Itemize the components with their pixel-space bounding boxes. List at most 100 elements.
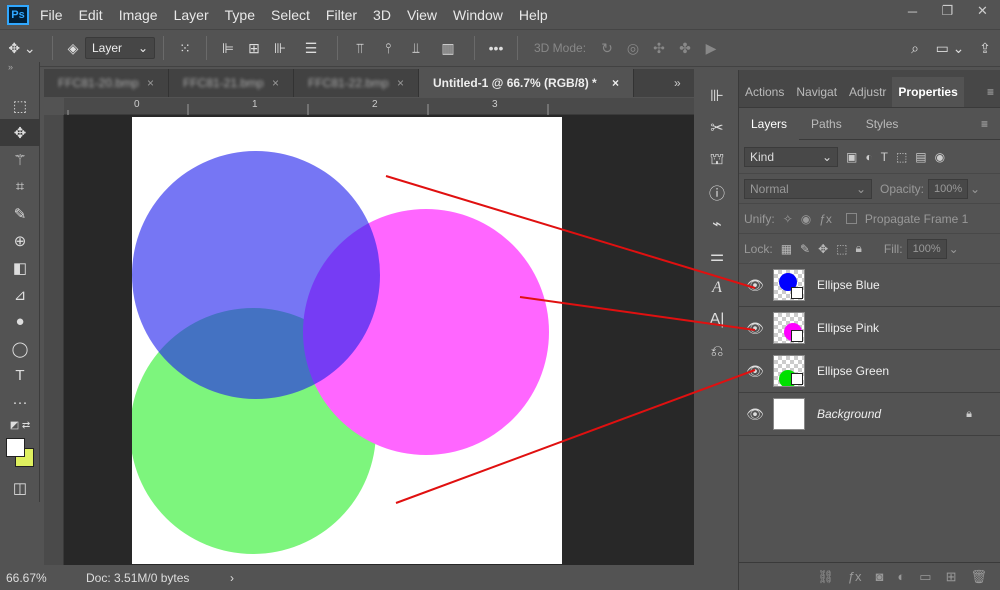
add-mask-icon[interactable]: ◙ [876, 569, 884, 584]
menu-view[interactable]: View [407, 7, 437, 23]
marquee-tool-icon[interactable]: ⬚ [0, 92, 40, 119]
3d-orbit-icon[interactable]: ↻ [594, 40, 620, 57]
unify-visibility-icon[interactable]: ◉ [801, 212, 811, 226]
eraser-tool-icon[interactable]: ◧ [0, 254, 40, 281]
tabs-overflow-icon[interactable]: » [674, 69, 694, 97]
adjust-icon[interactable]: ⚌ [697, 240, 737, 272]
magic-wand-tool-icon[interactable]: ⚚ [0, 146, 40, 173]
document-canvas[interactable] [132, 117, 562, 564]
menu-filter[interactable]: Filter [326, 7, 357, 23]
filter-toggle-icon[interactable]: ◉ [935, 150, 945, 164]
smart-filter-icon[interactable]: ▤ [915, 150, 926, 164]
layer-ellipse-green[interactable]: 👁︎ Ellipse Green [739, 350, 1000, 393]
search-icon[interactable]: ⌕ [900, 40, 930, 57]
menu-type[interactable]: Type [225, 7, 255, 23]
menu-help[interactable]: Help [519, 7, 548, 23]
menu-file[interactable]: File [40, 7, 63, 23]
auto-select-icon[interactable]: ◈ [61, 40, 85, 57]
chevron-down-icon[interactable]: ⌄ [970, 182, 980, 196]
eye-icon[interactable]: 👁︎ [739, 406, 771, 423]
lock-pixels-icon[interactable]: ✎ [800, 242, 810, 256]
pixel-filter-icon[interactable]: ▣ [846, 150, 857, 164]
3d-roll-icon[interactable]: ◎ [620, 40, 646, 57]
lock-position-icon[interactable]: ✥ [818, 242, 828, 256]
tab-properties[interactable]: Properties [892, 77, 964, 107]
close-button[interactable]: ✕ [965, 0, 1000, 22]
share-icon[interactable]: ⇪ [970, 40, 1000, 57]
align-right-icon[interactable]: ⊪ [267, 40, 293, 57]
tab-navigator[interactable]: Navigat [790, 77, 843, 107]
3d-camera-icon[interactable]: ▶ [698, 40, 724, 57]
eye-icon[interactable]: 👁︎ [739, 277, 771, 294]
tab-untitled-1[interactable]: Untitled-1 @ 66.7% (RGB/8) * × [419, 69, 634, 97]
minimize-button[interactable]: ─ [895, 0, 930, 22]
paragraph-icon[interactable]: A| [697, 304, 737, 336]
menu-select[interactable]: Select [271, 7, 310, 23]
layer-select-dropdown[interactable]: Layer ⌄ [85, 37, 155, 59]
layer-background[interactable]: 👁︎ Background 🔒︎ [739, 393, 1000, 436]
blend-mode-dropdown[interactable]: Normal ⌄ [744, 178, 872, 199]
crop-tool-icon[interactable]: ⌗ [0, 173, 40, 200]
3d-pan-icon[interactable]: ✣ [646, 40, 672, 57]
swap-colors-icon[interactable]: ◩ ⇄ [0, 416, 40, 434]
tab-actions[interactable]: Actions [739, 77, 790, 107]
ellipse-tool-icon[interactable]: ◯ [0, 335, 40, 362]
eye-icon[interactable]: 👁︎ [739, 363, 771, 380]
move-tool-preset-icon[interactable]: ✥ ⌄ [0, 40, 44, 57]
foreground-color-swatch[interactable] [6, 438, 25, 457]
ellipse-blue[interactable] [132, 151, 380, 399]
lock-all-icon[interactable]: 🔒︎ [856, 241, 862, 256]
workspace-icon[interactable]: ▭ ⌄ [930, 40, 970, 57]
layer-style-icon[interactable]: ƒx [848, 569, 862, 584]
menu-layer[interactable]: Layer [174, 7, 209, 23]
tab-ffc81-20[interactable]: FFC81-20.bmp × [44, 69, 169, 97]
shape-filter-icon[interactable]: ⬚ [896, 150, 907, 164]
lock-artboard-icon[interactable]: ⬚ [836, 242, 847, 256]
propagate-checkbox[interactable] [845, 213, 857, 224]
eye-icon[interactable]: 👁︎ [739, 320, 771, 337]
tab-close-icon[interactable]: × [272, 76, 279, 90]
zoom-level[interactable]: 66.67% [6, 571, 86, 585]
type-tool-icon[interactable]: T [0, 362, 40, 389]
transform-controls-icon[interactable]: ⁙ [172, 40, 198, 57]
blur-tool-icon[interactable]: ● [0, 308, 40, 335]
kind-filter-dropdown[interactable]: Kind ⌄ [744, 146, 838, 167]
tab-ffc81-22[interactable]: FFC81-22.bmp × [294, 69, 419, 97]
collapse-icon[interactable]: » [0, 62, 39, 72]
menu-3d[interactable]: 3D [373, 7, 391, 23]
move-tool-icon[interactable]: ✥ [0, 119, 40, 146]
tab-close-icon[interactable]: × [612, 76, 619, 90]
align-horizontal-icon[interactable]: ☰ [293, 40, 329, 57]
more-tools-icon[interactable]: ··· [0, 389, 40, 416]
brush-tool-icon[interactable]: ✎ [0, 200, 40, 227]
history-icon[interactable]: ⊪ [697, 80, 737, 112]
tab-paths[interactable]: Paths [799, 108, 854, 140]
paint-bucket-tool-icon[interactable]: ⊿ [0, 281, 40, 308]
more-options-icon[interactable]: ••• [483, 40, 509, 56]
distribute-icon[interactable]: ▥ [430, 40, 466, 57]
opacity-field[interactable]: 100% [928, 178, 969, 199]
new-adjustment-icon[interactable]: ◐ [897, 569, 905, 584]
layers-menu-icon[interactable]: ≡ [969, 108, 1000, 140]
panel-menu-icon[interactable]: ≡ [981, 77, 1000, 107]
character-icon[interactable]: A [697, 272, 737, 304]
timeline-icon[interactable]: ⎌ [697, 336, 737, 368]
unify-position-icon[interactable]: ✧ [783, 212, 793, 226]
3d-icon[interactable]: ⛫ [697, 144, 737, 176]
tab-ffc81-21[interactable]: FFC81-21.bmp × [169, 69, 294, 97]
tab-adjustments[interactable]: Adjustr [843, 77, 892, 107]
align-middle-icon[interactable]: ⫯ [374, 40, 402, 57]
healing-tool-icon[interactable]: ⊕ [0, 227, 40, 254]
layer-ellipse-blue[interactable]: 👁︎ Ellipse Blue [739, 264, 1000, 307]
link-layers-icon[interactable]: ⛓ [817, 569, 834, 585]
tool-presets-icon[interactable]: ✂ [697, 112, 737, 144]
chevron-down-icon[interactable]: ⌄ [949, 242, 959, 256]
menu-edit[interactable]: Edit [79, 7, 103, 23]
align-left-icon[interactable]: ⊫ [215, 40, 241, 57]
tab-layers[interactable]: Layers [739, 107, 800, 140]
canvas-area[interactable] [64, 115, 694, 565]
info-icon[interactable]: ⓘ [697, 176, 737, 208]
restore-button[interactable]: ❐ [930, 0, 965, 22]
tab-styles[interactable]: Styles [854, 108, 911, 140]
quick-mask-icon[interactable]: ◫ [0, 474, 40, 501]
